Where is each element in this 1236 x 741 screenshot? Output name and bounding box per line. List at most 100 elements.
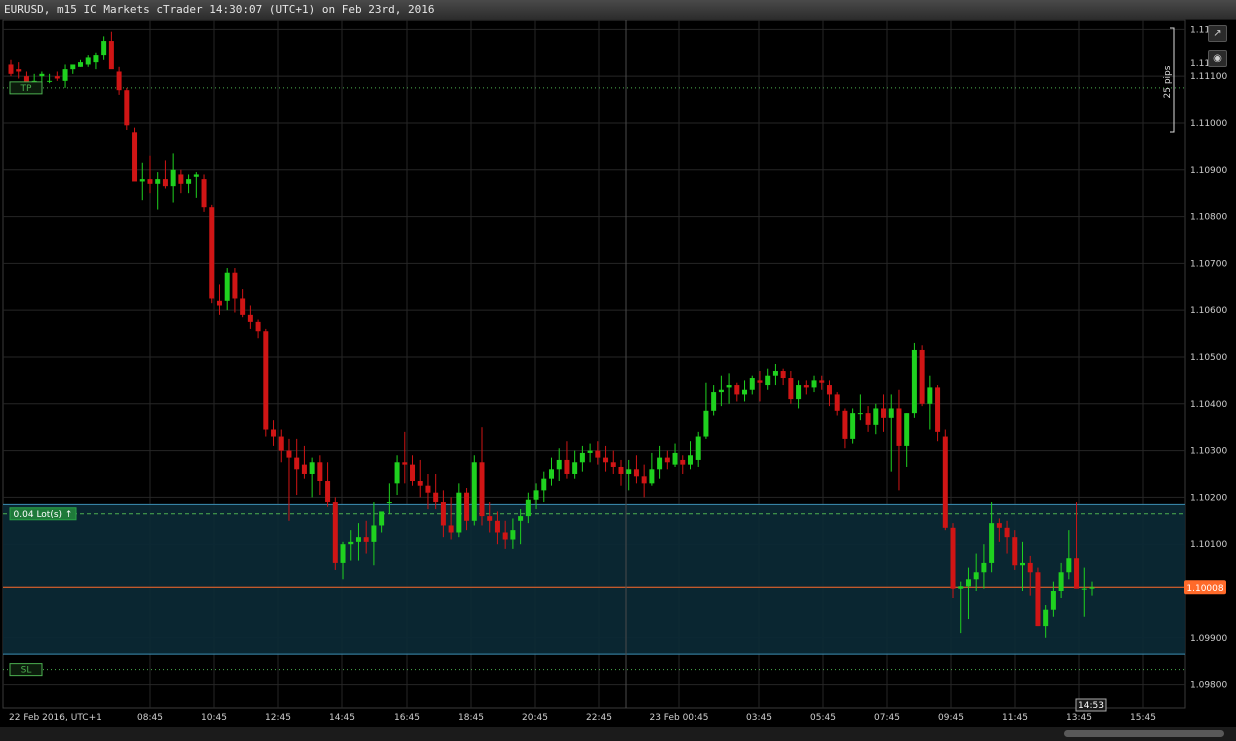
detach-chart-button[interactable]: ↗ bbox=[1208, 25, 1227, 42]
candle-body bbox=[834, 394, 840, 411]
candle-body bbox=[16, 69, 22, 72]
candle-body bbox=[541, 478, 547, 491]
candle-body bbox=[271, 429, 277, 437]
candle-body bbox=[826, 385, 832, 395]
candle-body bbox=[232, 272, 238, 299]
candle-body bbox=[780, 371, 786, 379]
candle-body bbox=[657, 457, 663, 470]
candle-body bbox=[633, 469, 639, 477]
candle-body bbox=[255, 321, 261, 332]
candle-body bbox=[1035, 572, 1041, 627]
candle-body bbox=[896, 408, 902, 446]
time-tick-label: 12:45 bbox=[265, 713, 291, 723]
candle-body bbox=[325, 481, 331, 503]
candle-body bbox=[332, 502, 338, 563]
horizontal-scrollbar[interactable] bbox=[0, 727, 1236, 741]
candle-body bbox=[209, 207, 215, 299]
candle-body bbox=[996, 523, 1002, 528]
candle-body bbox=[803, 385, 809, 388]
candle-body bbox=[610, 462, 616, 467]
candle-body bbox=[1050, 590, 1056, 610]
candle-body bbox=[170, 169, 176, 187]
price-tick-label: 1.10500 bbox=[1190, 353, 1227, 363]
candle-body bbox=[680, 459, 686, 465]
time-tick-label: 10:45 bbox=[201, 713, 227, 723]
candle-body bbox=[487, 516, 493, 521]
candle bbox=[911, 342, 917, 418]
screenshot-button[interactable]: ◉ bbox=[1208, 50, 1227, 67]
position-zone bbox=[3, 504, 1185, 655]
candle-body bbox=[224, 272, 230, 301]
candle-body bbox=[989, 523, 995, 563]
candle-body bbox=[1081, 588, 1087, 590]
candle-body bbox=[873, 408, 879, 425]
candle-body bbox=[294, 457, 300, 470]
candle-body bbox=[62, 69, 68, 81]
candle bbox=[471, 455, 477, 526]
candle-body bbox=[1089, 587, 1095, 589]
candle-body bbox=[286, 450, 292, 458]
candle-body bbox=[865, 413, 871, 425]
cursor-time-value: 14:53 bbox=[1078, 701, 1104, 711]
candle-body bbox=[711, 392, 717, 411]
price-tick-label: 1.10100 bbox=[1190, 540, 1227, 550]
candle-body bbox=[1066, 558, 1072, 573]
candle-body bbox=[77, 62, 83, 67]
candle-body bbox=[765, 375, 771, 386]
candle bbox=[332, 497, 338, 570]
time-tick-label: 14:45 bbox=[329, 713, 355, 723]
candle-body bbox=[410, 464, 416, 482]
candle-body bbox=[626, 469, 632, 474]
candle-body bbox=[757, 380, 763, 383]
candle-body bbox=[595, 450, 601, 458]
candle-body bbox=[340, 544, 346, 563]
candle-body bbox=[919, 349, 925, 404]
candle-body bbox=[263, 331, 269, 430]
time-tick-label: 09:45 bbox=[938, 713, 964, 723]
candle-body bbox=[379, 511, 385, 526]
candle-body bbox=[958, 586, 964, 589]
candle-body bbox=[240, 298, 246, 315]
candle-body bbox=[549, 469, 554, 479]
candle-body bbox=[726, 385, 732, 388]
candle-body bbox=[1004, 527, 1010, 538]
time-tick-label: 20:45 bbox=[522, 713, 548, 723]
candle-body bbox=[579, 452, 585, 463]
candle-body bbox=[355, 537, 361, 542]
candle-body bbox=[186, 179, 192, 184]
candle-body bbox=[603, 457, 609, 463]
candle-body bbox=[556, 459, 562, 470]
time-tick-label: 03:45 bbox=[746, 713, 772, 723]
candle-body bbox=[147, 179, 153, 184]
time-tick-label: 22 Feb 2016, UTC+1 bbox=[9, 713, 102, 723]
candle-body bbox=[448, 525, 454, 533]
price-tick-label: 1.10600 bbox=[1190, 306, 1227, 316]
time-tick-label: 18:45 bbox=[458, 713, 484, 723]
candlestick-chart[interactable]: 1.112001.111001.110001.109001.108001.107… bbox=[0, 0, 1236, 727]
candle-body bbox=[772, 371, 778, 376]
candle-body bbox=[440, 502, 446, 526]
candle-body bbox=[742, 389, 748, 395]
candle-body bbox=[904, 413, 910, 446]
scroll-thumb[interactable] bbox=[1064, 730, 1224, 737]
candle-body bbox=[464, 492, 470, 521]
candle-body bbox=[216, 300, 222, 306]
candle-body bbox=[850, 413, 856, 439]
candle-body bbox=[371, 525, 377, 542]
candle-body bbox=[425, 485, 431, 493]
time-tick-label: 11:45 bbox=[1002, 713, 1028, 723]
time-tick-label: 13:45 bbox=[1066, 713, 1092, 723]
candle-body bbox=[796, 385, 802, 400]
price-tick-label: 1.10300 bbox=[1190, 447, 1227, 457]
pip-scale-label: 25 pips bbox=[1163, 65, 1173, 98]
candle-body bbox=[301, 464, 307, 474]
candle-body bbox=[139, 179, 145, 182]
candle-body bbox=[101, 41, 107, 56]
candle bbox=[209, 204, 215, 304]
candle bbox=[132, 127, 138, 182]
price-tick-label: 1.09900 bbox=[1190, 634, 1227, 644]
lot-size-tag-text: 0.04 Lot(s) ↑ bbox=[14, 510, 73, 520]
candle-body bbox=[471, 462, 477, 521]
candle-body bbox=[664, 457, 670, 463]
sl-tag-text: SL bbox=[21, 666, 32, 676]
